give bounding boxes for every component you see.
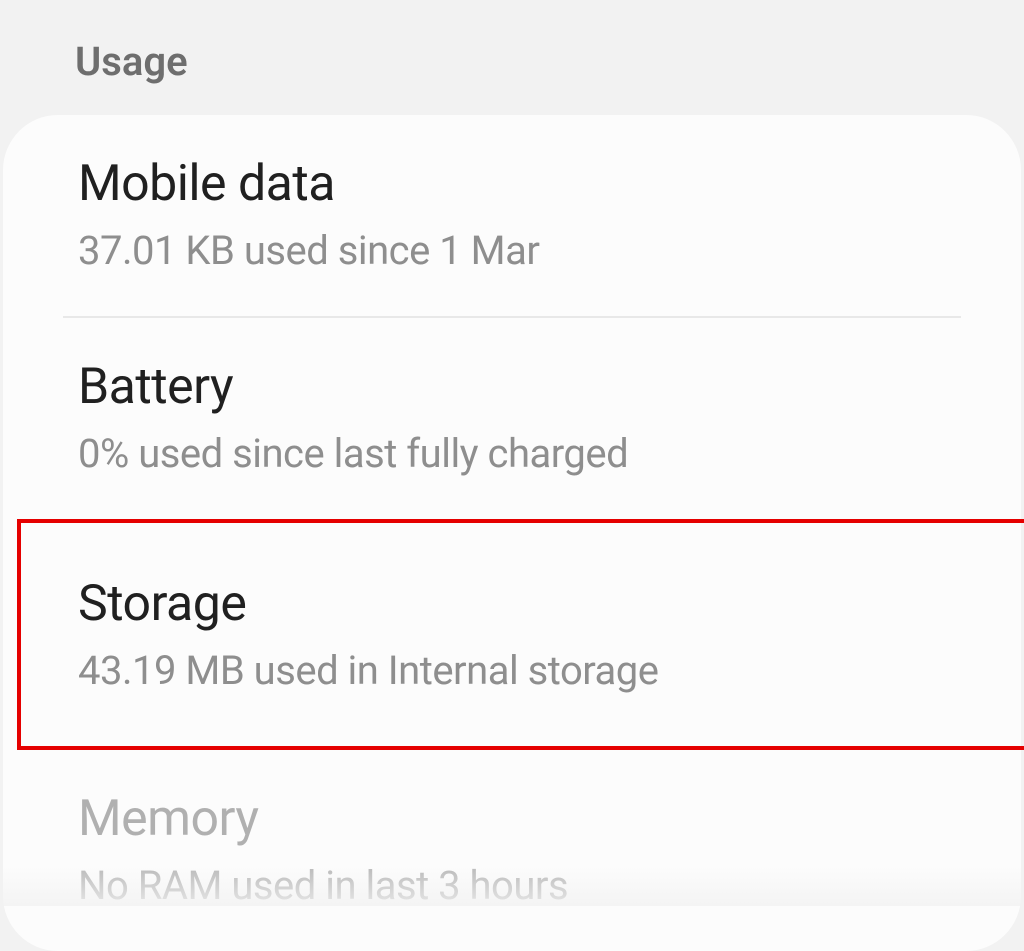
battery-subtitle: 0% used since last fully charged — [78, 430, 946, 477]
storage-title: Storage — [78, 575, 946, 633]
memory-item: Memory No RAM used in last 3 hours — [3, 750, 1021, 951]
storage-item[interactable]: Storage 43.19 MB used in Internal storag… — [17, 519, 1024, 750]
mobile-data-subtitle: 37.01 KB used since 1 Mar — [78, 227, 946, 274]
battery-title: Battery — [78, 358, 946, 416]
mobile-data-title: Mobile data — [78, 155, 946, 213]
battery-item[interactable]: Battery 0% used since last fully charged — [3, 318, 1021, 519]
storage-subtitle: 43.19 MB used in Internal storage — [78, 647, 946, 694]
section-header: Usage — [0, 0, 1024, 115]
memory-title: Memory — [78, 790, 946, 848]
usage-container: Usage Mobile data 37.01 KB used since 1 … — [0, 0, 1024, 951]
usage-card: Mobile data 37.01 KB used since 1 Mar Ba… — [3, 115, 1021, 951]
mobile-data-item[interactable]: Mobile data 37.01 KB used since 1 Mar — [3, 115, 1021, 316]
memory-subtitle: No RAM used in last 3 hours — [78, 862, 946, 909]
